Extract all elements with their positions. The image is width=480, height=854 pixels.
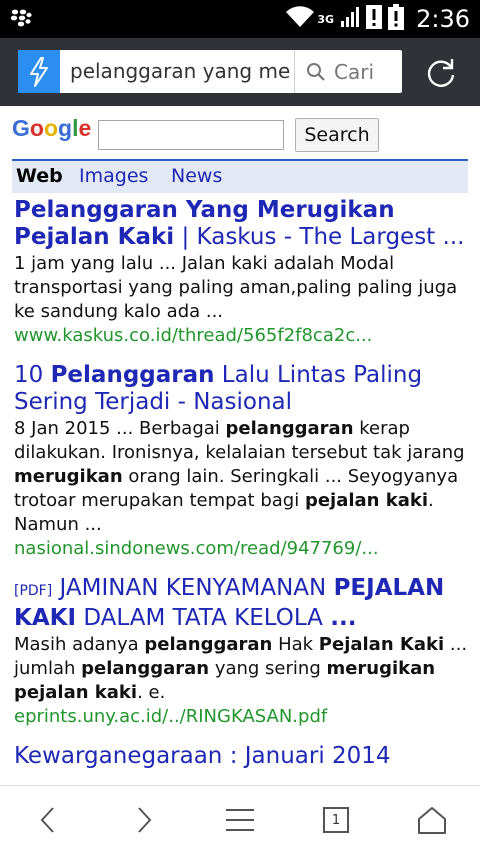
alert-icon <box>366 5 383 33</box>
menu-button[interactable] <box>218 800 262 840</box>
result-title-link[interactable]: Pelanggaran Yang Merugikan Pejalan Kaki … <box>14 197 470 251</box>
result-url: nasional.sindonews.com/read/947769/... <box>14 538 379 559</box>
tab-count: 1 <box>331 812 341 828</box>
result-url: eprints.uny.ac.id/../RINGKASAN.pdf <box>14 706 328 727</box>
search-icon <box>307 62 325 81</box>
address-divider <box>294 50 295 93</box>
forward-button[interactable] <box>122 800 166 840</box>
home-icon <box>418 807 446 834</box>
reload-button[interactable] <box>421 53 461 93</box>
browser-toolbar: pelanggaran yang me Cari <box>0 38 480 106</box>
signal-icon <box>340 6 360 32</box>
google-logo[interactable]: Google <box>12 115 91 142</box>
tab-count-icon: 1 <box>323 807 349 833</box>
search-tabs: Web Images News <box>12 159 468 193</box>
logo-letter: o <box>43 115 59 141</box>
search-results: Pelanggaran Yang Merugikan Pejalan Kaki … <box>14 197 470 784</box>
logo-letter: G <box>12 115 30 141</box>
menu-icon <box>226 809 254 831</box>
tab-web[interactable]: Web <box>16 165 63 187</box>
search-shortcut[interactable]: Cari <box>306 50 374 93</box>
tab-images[interactable]: Images <box>79 165 148 187</box>
logo-letter: o <box>29 115 44 141</box>
result-snippet: 1 jam yang lalu ... Jalan kaki adalah Mo… <box>14 253 458 322</box>
result-item: Kewarganegaraan : Januari 2014 <box>14 743 470 770</box>
tabs-button[interactable]: 1 <box>314 800 358 840</box>
result-title-link[interactable]: [PDF] JAMINAN KENYAMANAN PEJALAN KAKI DA… <box>14 575 470 632</box>
result-snippet: Masih adanya pelanggaran Hak Pejalan Kak… <box>14 634 468 703</box>
result-snippet: 8 Jan 2015 ... Berbagai pelanggaran kera… <box>14 418 465 535</box>
chevron-right-icon <box>138 807 152 833</box>
logo-letter: e <box>78 115 92 141</box>
result-item: 10 Pelanggaran Lalu Lintas Paling Sering… <box>14 362 470 561</box>
tab-news[interactable]: News <box>171 165 222 187</box>
search-shortcut-label: Cari <box>334 59 374 84</box>
bottom-navigation: 1 <box>0 785 480 854</box>
result-title-link[interactable]: Kewarganegaraan : Januari 2014 <box>14 743 470 770</box>
battery-alert-icon <box>388 4 405 34</box>
reload-icon <box>427 59 455 87</box>
clock: 2:36 <box>416 5 470 33</box>
result-item: [PDF] JAMINAN KENYAMANAN PEJALAN KAKI DA… <box>14 575 470 729</box>
chevron-left-icon <box>40 807 54 833</box>
address-bar[interactable]: pelanggaran yang me Cari <box>18 50 402 93</box>
logo-letter: g <box>58 115 73 141</box>
result-title-link[interactable]: 10 Pelanggaran Lalu Lintas Paling Sering… <box>14 362 470 416</box>
network-type-label: 3G <box>317 12 335 26</box>
blackberry-icon <box>10 9 32 29</box>
wifi-icon <box>285 6 315 32</box>
status-bar: 3G 2:36 <box>0 0 480 38</box>
google-search-button[interactable]: Search <box>295 118 379 152</box>
result-item: Pelanggaran Yang Merugikan Pejalan Kaki … <box>14 197 470 348</box>
result-url: www.kaskus.co.id/thread/565f2f8ca2c... <box>14 325 373 346</box>
url-text[interactable]: pelanggaran yang me <box>70 50 292 93</box>
back-button[interactable] <box>26 800 70 840</box>
home-button[interactable] <box>410 800 454 840</box>
google-search-input[interactable] <box>98 120 284 150</box>
bolt-icon[interactable] <box>18 50 60 93</box>
